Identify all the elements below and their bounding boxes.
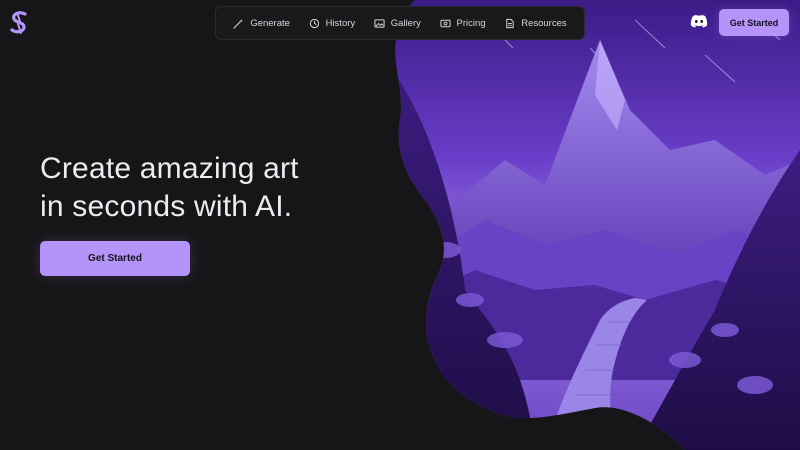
resources-icon <box>506 18 514 28</box>
nav-resources-label: Resources <box>521 17 567 29</box>
header-get-started-button[interactable]: Get Started <box>719 9 789 36</box>
nav-history[interactable]: History <box>309 17 356 29</box>
nav-resources[interactable]: Resources <box>504 17 567 29</box>
main-nav: Generate History Gallery Pricing Resourc… <box>215 6 585 40</box>
nav-gallery[interactable]: Gallery <box>374 18 421 29</box>
hero-title-line-1: Create amazing art <box>40 152 299 185</box>
discord-icon[interactable] <box>690 14 708 28</box>
hero-artwork-image <box>385 0 800 450</box>
hero-get-started-button[interactable]: Get Started <box>40 241 190 276</box>
image-icon <box>374 18 385 28</box>
hero-title-line-2: in seconds with AI. <box>40 190 293 223</box>
nav-generate-label: Generate <box>250 17 290 29</box>
nav-pricing[interactable]: Pricing <box>439 17 486 29</box>
nav-gallery-label: Gallery <box>390 17 421 29</box>
nav-history-label: History <box>325 17 356 29</box>
nav-pricing-label: Pricing <box>456 17 486 29</box>
nav-generate[interactable]: Generate <box>233 18 290 29</box>
hero-title: Create amazing art in seconds with AI. <box>40 150 380 226</box>
s-logo-icon[interactable] <box>9 11 29 35</box>
history-icon <box>309 18 319 28</box>
magic-wand-icon <box>233 18 244 29</box>
pricing-icon <box>439 19 451 27</box>
